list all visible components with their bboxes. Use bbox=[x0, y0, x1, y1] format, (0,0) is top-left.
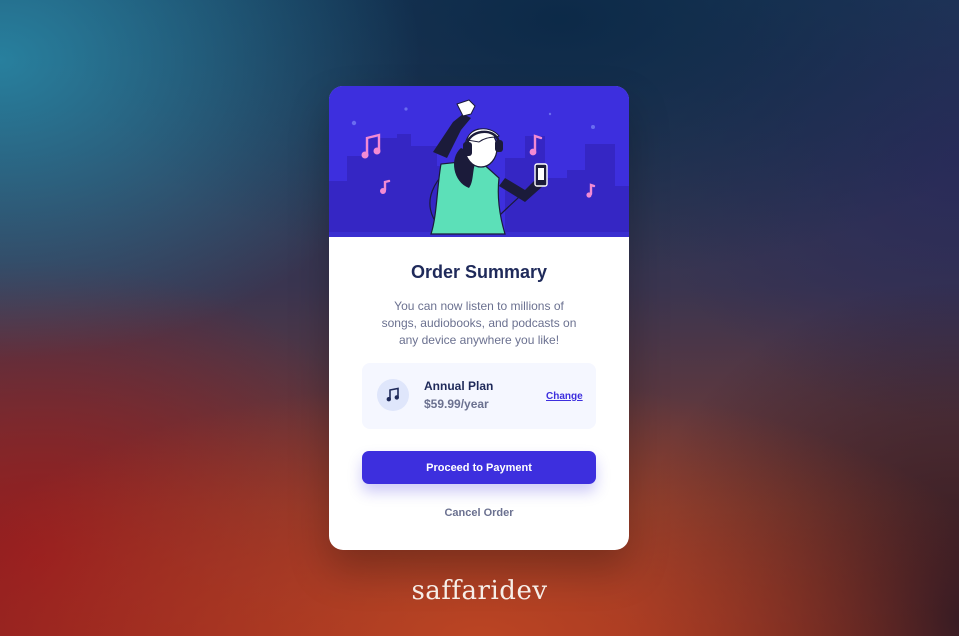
plan-name: Annual Plan bbox=[424, 379, 494, 393]
order-summary-card: Order Summary You can now listen to mill… bbox=[329, 86, 629, 550]
change-plan-link[interactable]: Change bbox=[546, 391, 583, 402]
music-note-icon bbox=[377, 379, 409, 411]
order-description: You can now listen to millions of songs,… bbox=[381, 299, 577, 347]
proceed-to-payment-button[interactable]: Proceed to Payment bbox=[362, 451, 596, 484]
hero-illustration bbox=[329, 86, 629, 237]
page-title: Order Summary bbox=[410, 262, 548, 282]
cancel-order-button[interactable]: Cancel Order bbox=[329, 507, 629, 519]
plan-price: $59.99/year bbox=[424, 397, 489, 411]
plan-summary-box: Annual Plan $59.99/year Change bbox=[362, 363, 596, 429]
footer-brand: saffaridev bbox=[411, 576, 548, 606]
